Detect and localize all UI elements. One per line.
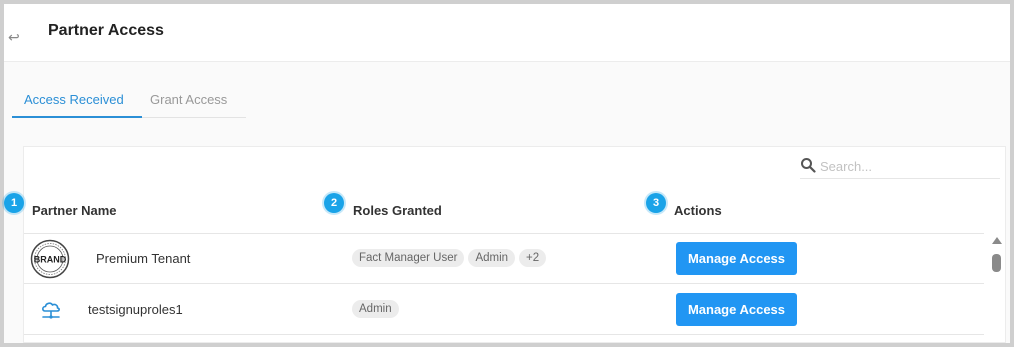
table-row: BRAND Premium Tenant Fact Manager User Ad… bbox=[24, 234, 984, 284]
step-marker-1: 1 bbox=[4, 193, 24, 213]
more-roles-chip[interactable]: +2 bbox=[519, 249, 547, 267]
column-header-partner-name: Partner Name bbox=[32, 203, 117, 218]
role-chip: Fact Manager User bbox=[352, 249, 465, 267]
tab-divider bbox=[142, 117, 246, 118]
tab-access-received[interactable]: Access Received bbox=[24, 92, 124, 107]
manage-access-button[interactable]: Manage Access bbox=[676, 293, 797, 326]
partner-table-panel: Partner Name Roles Granted Actions BRAND… bbox=[23, 146, 1006, 343]
manage-access-button[interactable]: Manage Access bbox=[676, 242, 797, 275]
cloud-network-icon bbox=[42, 302, 60, 319]
page-header: ↩ Partner Access bbox=[4, 4, 1010, 62]
search-box bbox=[800, 155, 1000, 179]
column-header-roles-granted: Roles Granted bbox=[353, 203, 442, 218]
roles-list: Admin bbox=[352, 300, 403, 320]
step-marker-3: 3 bbox=[646, 193, 666, 213]
table-row: testsignuproles1 Admin Manage Access bbox=[24, 285, 984, 335]
tab-bar: Access Received Grant Access bbox=[4, 62, 1010, 120]
partner-name: Premium Tenant bbox=[96, 251, 191, 266]
active-tab-indicator bbox=[12, 116, 142, 118]
page-title: Partner Access bbox=[48, 22, 164, 39]
role-chip: Admin bbox=[468, 249, 516, 267]
roles-list: Fact Manager User Admin +2 bbox=[352, 249, 550, 269]
return-arrow-icon[interactable]: ↩ bbox=[8, 28, 26, 46]
step-marker-2: 2 bbox=[324, 193, 344, 213]
role-chip: Admin bbox=[352, 300, 399, 318]
vertical-scrollbar[interactable] bbox=[990, 237, 1002, 337]
svg-text:BRAND: BRAND bbox=[34, 255, 67, 265]
scroll-up-arrow-icon[interactable] bbox=[992, 237, 1002, 244]
partner-name: testsignuproles1 bbox=[88, 302, 183, 317]
column-header-actions: Actions bbox=[674, 203, 722, 218]
scroll-thumb[interactable] bbox=[992, 254, 1001, 272]
search-icon bbox=[801, 158, 816, 173]
brand-logo: BRAND bbox=[30, 239, 70, 279]
tab-grant-access[interactable]: Grant Access bbox=[150, 92, 227, 107]
search-input[interactable] bbox=[820, 155, 990, 177]
